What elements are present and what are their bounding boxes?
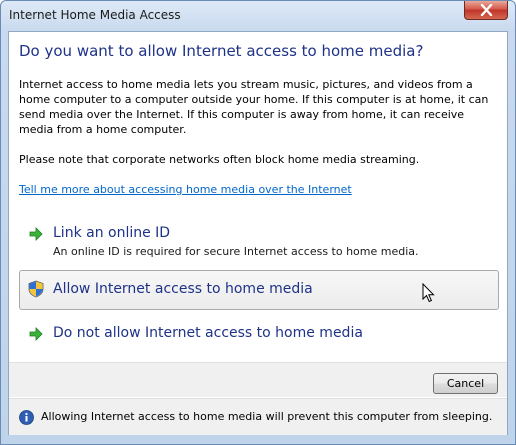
option-description: An online ID is required for secure Inte… [53, 245, 419, 258]
green-arrow-icon [29, 327, 43, 341]
corporate-note: Please note that corporate networks ofte… [19, 153, 420, 166]
cancel-button[interactable]: Cancel [433, 373, 498, 394]
main-instruction: Do you want to allow Internet access to … [19, 42, 424, 60]
uac-shield-icon [28, 280, 44, 298]
mouse-cursor-icon [422, 283, 435, 303]
option-title: Link an online ID [53, 225, 171, 241]
do-not-allow-option[interactable]: Do not allow Internet access to home med… [19, 319, 499, 351]
option-title: Do not allow Internet access to home med… [53, 325, 363, 341]
footer-bar: Allowing Internet access to home media w… [9, 398, 507, 435]
description-paragraph: Internet access to home media lets you s… [19, 78, 489, 136]
learn-more-link[interactable]: Tell me more about accessing home media … [19, 183, 352, 196]
window-title: Internet Home Media Access [9, 8, 181, 22]
green-arrow-icon [29, 227, 43, 241]
footer-text: Allowing Internet access to home media w… [41, 410, 493, 423]
button-area: Cancel [9, 362, 507, 397]
close-button[interactable] [464, 1, 508, 20]
info-icon [19, 410, 34, 425]
title-bar[interactable]: Internet Home Media Access [1, 1, 515, 31]
dialog-content: Do you want to allow Internet access to … [8, 31, 508, 435]
link-online-id-option[interactable]: Link an online ID An online ID is requir… [19, 219, 499, 261]
dialog-window: Internet Home Media Access Do you want t… [0, 0, 516, 445]
close-icon [480, 4, 493, 16]
option-title: Allow Internet access to home media [53, 281, 313, 297]
